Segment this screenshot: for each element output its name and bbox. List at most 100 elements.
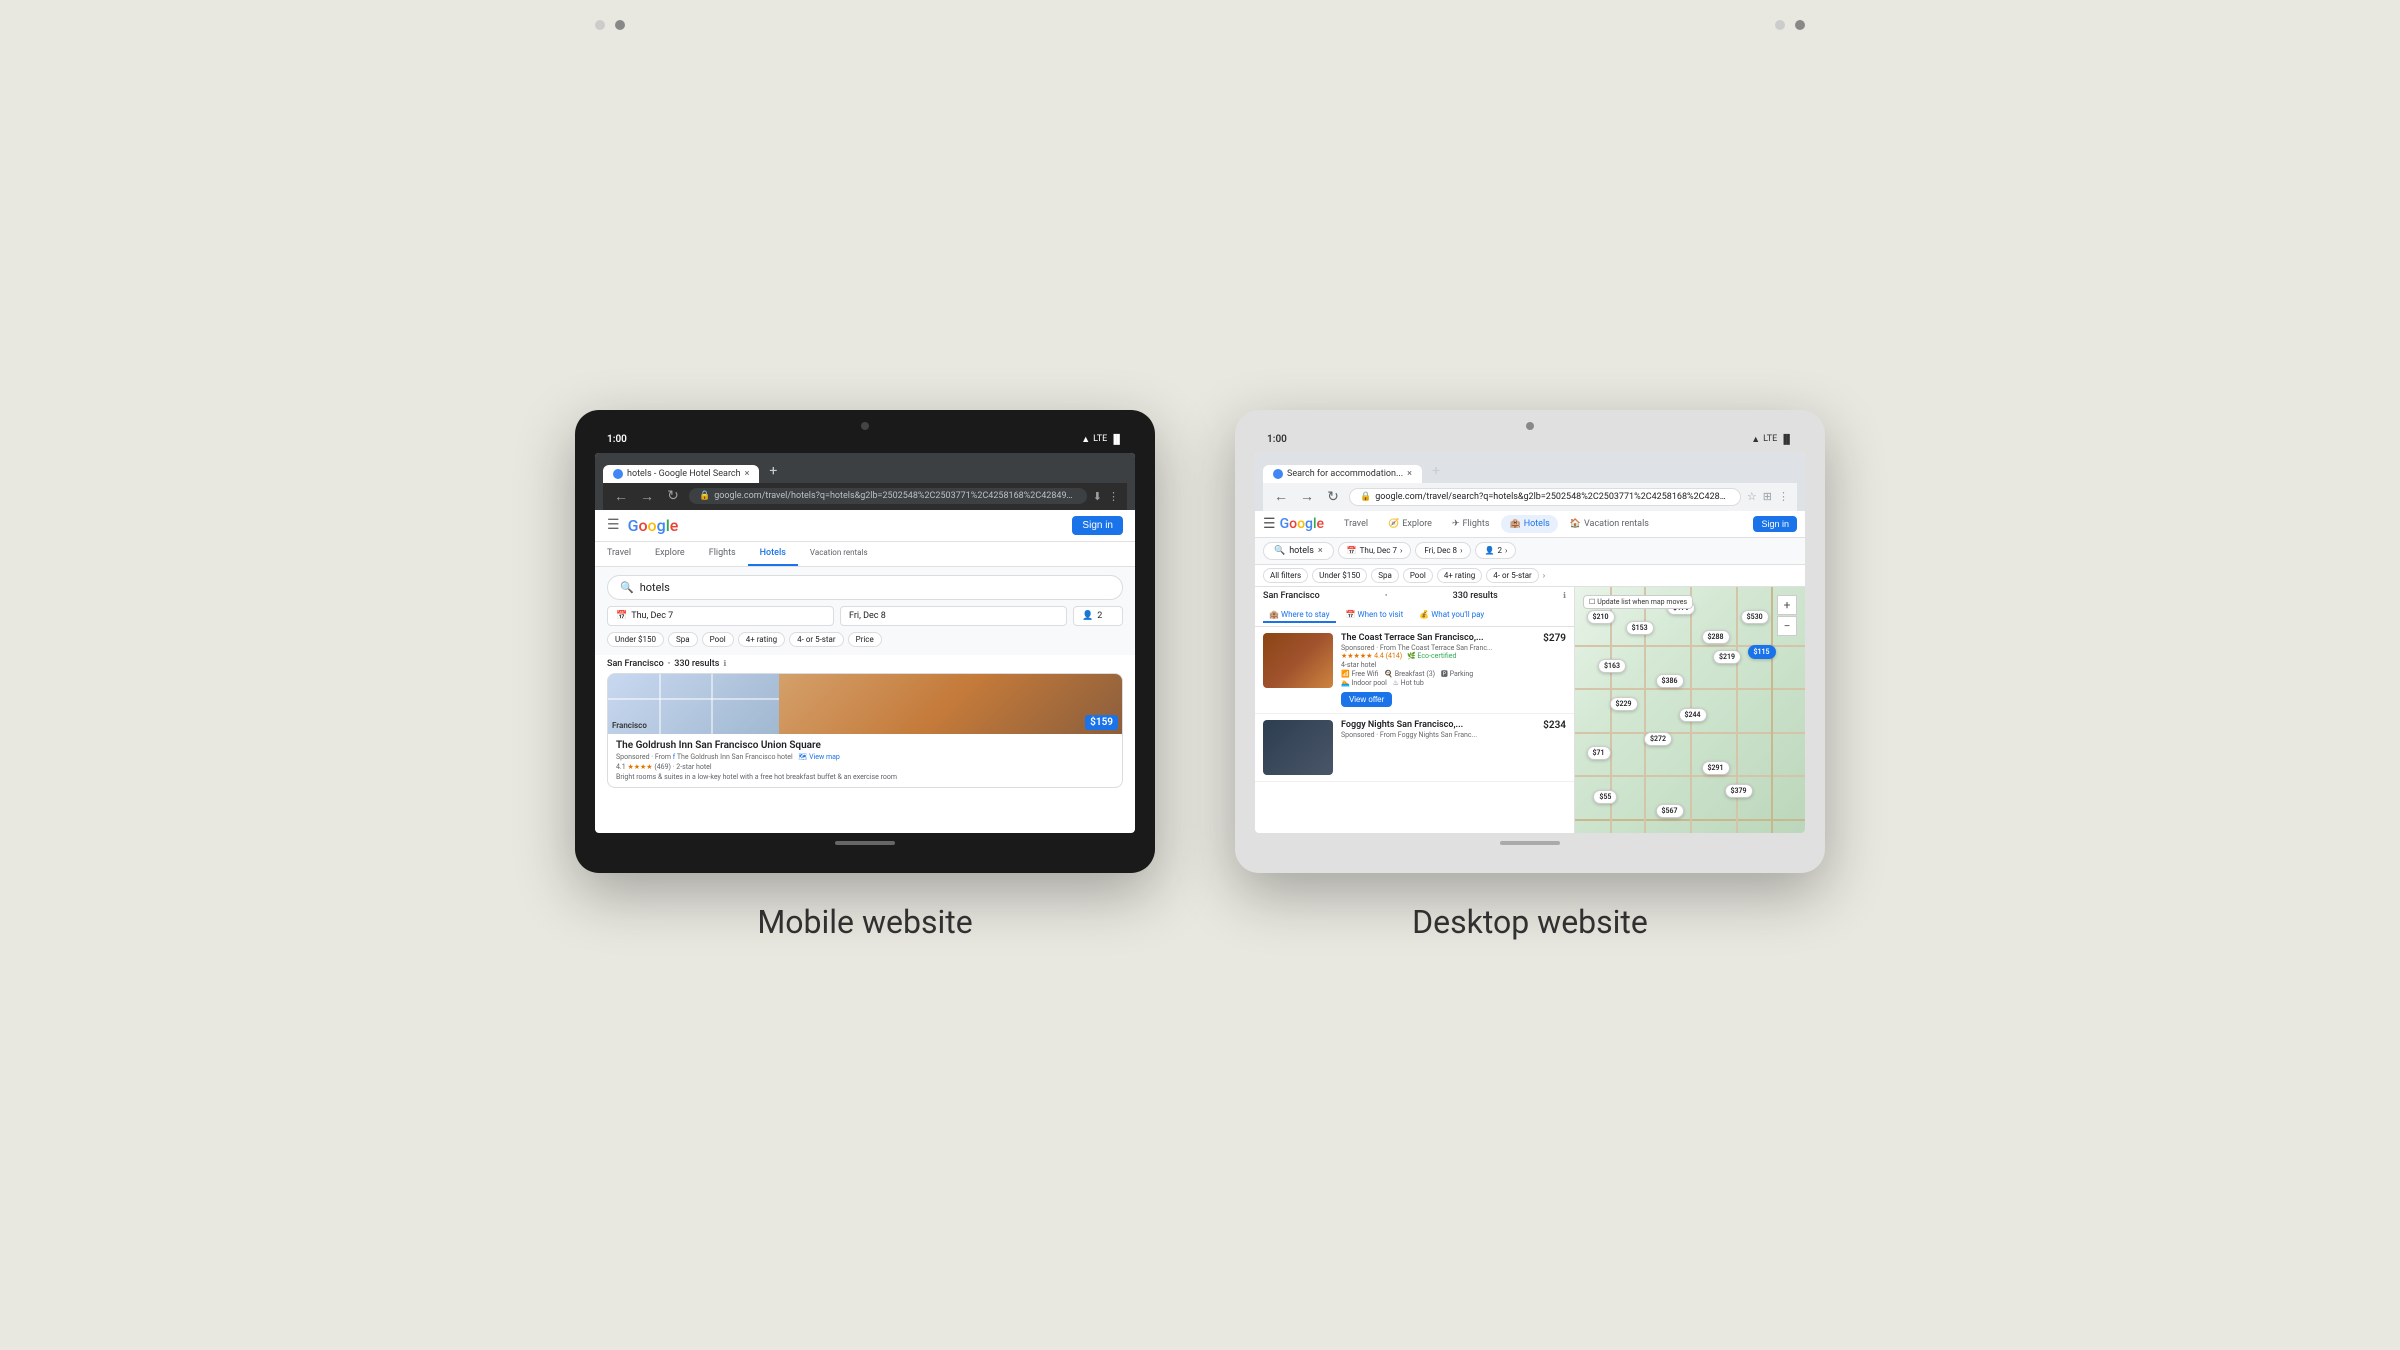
desktop-search-clear[interactable]: × [1318,546,1323,556]
desktop-apps-icon[interactable]: ⊞ [1763,490,1772,503]
desktop-checkout-chip[interactable]: Fri, Dec 8 › [1415,542,1471,559]
map-pin-7[interactable]: $386 [1656,674,1684,688]
mobile-filter-spa[interactable]: Spa [668,632,698,647]
desktop-filter-rating[interactable]: 4+ rating [1437,568,1482,583]
desktop-filter-price[interactable]: Under $150 [1312,568,1367,583]
mobile-tab-favicon [613,469,623,479]
desktop-nav-explore[interactable]: 🧭 Explore [1380,515,1440,533]
mobile-download-icon[interactable]: ⬇ [1093,490,1102,503]
desktop-filter-spa[interactable]: Spa [1371,568,1399,583]
desktop-hotel-card-2[interactable]: Foggy Nights San Francisco,... $234 Spon… [1255,714,1574,782]
desktop-back-button[interactable]: ← [1271,488,1291,505]
mobile-nav-vacation[interactable]: Vacation rentals [798,542,880,566]
desktop-checkin-chip[interactable]: 📅 Thu, Dec 7 › [1338,542,1412,559]
map-pin-13[interactable]: $291 [1702,761,1730,775]
desktop-guests-chip[interactable]: 👤 2 › [1475,542,1516,559]
desktop-what-youll-pay-tab[interactable]: 💰 What you'll pay [1413,608,1490,623]
mobile-checkin-text: Thu, Dec 7 [631,611,673,621]
desktop-menu-icon[interactable]: ☰ [1263,516,1276,532]
desktop-cal-icon-1: 📅 [1347,546,1357,555]
map-pin-6[interactable]: $163 [1598,659,1626,673]
desktop-zoom-in-button[interactable]: + [1777,595,1797,615]
desktop-hotel-price-2: $234 [1543,720,1566,731]
desktop-guests-text: 2 [1497,546,1502,555]
map-pin-10[interactable]: $244 [1679,708,1707,722]
mobile-nav-travel[interactable]: Travel [595,542,643,566]
desktop-nav-travel[interactable]: Travel [1336,515,1376,533]
mobile-google-logo: Google [628,516,679,535]
map-pin-1[interactable]: $210 [1587,610,1615,624]
desktop-when-to-visit-tab[interactable]: 📅 When to visit [1340,608,1410,623]
map-pin-14[interactable]: $55 [1593,790,1617,804]
mobile-checkout-chip[interactable]: Fri, Dec 8 [840,606,1067,626]
map-pin-12[interactable]: $272 [1644,732,1672,746]
desktop-filter-all[interactable]: All filters [1263,568,1308,583]
mobile-hotel-card[interactable]: Francisco $159 The Goldrush Inn San Fran… [607,673,1123,788]
desktop-hotel-name-1: The Coast Terrace San Francisco,... [1341,633,1484,643]
mobile-view-map-link[interactable]: 🗺 View map [798,753,839,761]
desktop-when-icon: 📅 [1346,610,1356,619]
desktop-new-tab-button[interactable]: + [1424,459,1448,483]
desktop-view-offer-button-1[interactable]: View offer [1341,692,1392,707]
desktop-hotel-rating-1: 4.4 [1374,652,1384,660]
desktop-url-bar[interactable]: 🔒 google.com/travel/search?q=hotels&g2lb… [1349,488,1741,506]
mobile-wifi-icon: ▲ [1081,434,1090,445]
mobile-url-bar[interactable]: 🔒 google.com/travel/hotels?q=hotels&g2lb… [689,488,1087,504]
map-pin-15[interactable]: $567 [1656,804,1684,818]
desktop-where-to-stay-tab[interactable]: 🏨 Where to stay [1263,608,1336,623]
mobile-filter-pool[interactable]: Pool [702,632,734,647]
desktop-more-icon[interactable]: ⋮ [1778,490,1789,503]
desktop-hotel-card-1[interactable]: The Coast Terrace San Francisco,... $279… [1255,627,1574,714]
desktop-sign-in-button[interactable]: Sign in [1753,516,1797,532]
desktop-map-panel[interactable]: $210 $153 $179 $288 $530 $163 $386 $219 … [1575,587,1805,833]
map-pin-selected[interactable]: $115 [1748,645,1776,659]
desktop-zoom-out-button[interactable]: − [1777,616,1797,636]
mobile-menu-icon[interactable]: ☰ [607,517,620,533]
mobile-reload-button[interactable]: ↻ [663,488,683,504]
map-pin-16[interactable]: $379 [1725,784,1753,798]
map-pin-8[interactable]: $219 [1713,650,1741,664]
mobile-checkin-chip[interactable]: 📅 Thu, Dec 7 [607,606,834,626]
mobile-more-icon[interactable]: ⋮ [1108,490,1119,503]
mobile-guests-chip[interactable]: 👤 2 [1073,606,1123,626]
desktop-nav-vacation[interactable]: 🏠 Vacation rentals [1562,515,1657,533]
mobile-filter-rating[interactable]: 4+ rating [738,632,785,647]
mobile-sign-in-button[interactable]: Sign in [1072,516,1123,535]
mobile-search-input-row[interactable]: 🔍 hotels [607,575,1123,600]
desktop-reload-button[interactable]: ↻ [1323,489,1343,505]
desktop-filter-pool[interactable]: Pool [1403,568,1433,583]
desktop-nav-flights[interactable]: ✈ Flights [1444,515,1498,533]
map-pin-2[interactable]: $153 [1626,621,1654,635]
map-pin-11[interactable]: $71 [1587,746,1611,760]
map-pin-5[interactable]: $530 [1741,610,1769,624]
mobile-new-tab-button[interactable]: + [761,459,785,483]
mobile-nav-explore[interactable]: Explore [643,542,697,566]
desktop-dot-2 [1795,20,1805,30]
desktop-bookmark-icon[interactable]: ☆ [1747,490,1757,503]
mobile-active-tab[interactable]: hotels - Google Hotel Search × [603,465,759,483]
desktop-what-youll-pay-label: What you'll pay [1431,610,1484,619]
mobile-filter-price[interactable]: Under $150 [607,632,664,647]
desktop-nav-hotels[interactable]: 🏨 Hotels [1501,515,1557,533]
mobile-forward-button[interactable]: → [637,488,657,505]
mobile-back-button[interactable]: ← [611,488,631,505]
mobile-results-city: San Francisco [607,659,664,669]
mobile-nav-hotels[interactable]: Hotels [748,542,798,566]
desktop-active-tab[interactable]: Search for accommodation... × [1263,465,1422,483]
mobile-tab-close-icon[interactable]: × [745,469,750,479]
mobile-nav-flights[interactable]: Flights [697,542,748,566]
map-pin-4[interactable]: $288 [1702,630,1730,644]
desktop-forward-button[interactable]: → [1297,488,1317,505]
desktop-filter-stars[interactable]: 4- or 5-star [1486,568,1538,583]
desktop-map-update-button[interactable]: ☐ Update list when map moves [1583,595,1693,609]
mobile-hotel-name: The Goldrush Inn San Francisco Union Squ… [616,740,1114,751]
map-pin-9[interactable]: $229 [1610,697,1638,711]
mobile-filter-price2[interactable]: Price [848,632,882,647]
desktop-tablet-frame: 1:00 ▲ LTE ▐▌ Search for accommodation..… [1235,410,1825,873]
desktop-hotel-price-1: $279 [1543,633,1566,644]
mobile-filter-stars[interactable]: 4- or 5-star [789,632,843,647]
desktop-flights-icon: ✈ [1452,519,1460,529]
desktop-tab-close-icon[interactable]: × [1407,469,1412,479]
desktop-filter-more-icon[interactable]: › [1543,571,1545,580]
desktop-search-input[interactable]: 🔍 hotels × [1263,542,1334,560]
